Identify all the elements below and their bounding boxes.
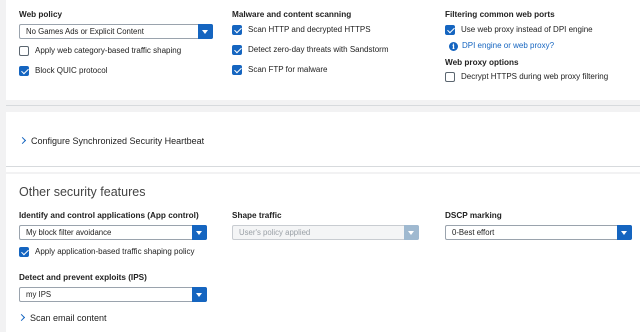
web-filtering-panel: Web policy No Games Ads or Explicit Cont… bbox=[6, 0, 640, 100]
dscp-select[interactable]: 0-Best effort bbox=[445, 225, 632, 240]
malware-heading: Malware and content scanning bbox=[232, 10, 352, 19]
checkbox-checked-icon bbox=[232, 65, 242, 75]
checkbox-icon bbox=[19, 46, 29, 56]
web-policy-value: No Games Ads or Explicit Content bbox=[26, 27, 144, 36]
divider bbox=[6, 105, 640, 106]
checkbox-label: Block QUIC protocol bbox=[35, 66, 108, 75]
malware-section: Malware and content scanning bbox=[232, 10, 351, 19]
heartbeat-label: Configure Synchronized Security Heartbea… bbox=[31, 136, 205, 146]
ips-select[interactable]: my IPS bbox=[19, 287, 207, 302]
chevron-down-icon bbox=[617, 225, 632, 240]
checkbox-label: Decrypt HTTPS during web proxy filtering bbox=[461, 72, 609, 81]
chevron-down-icon bbox=[192, 287, 207, 302]
ips-heading: Detect and prevent exploits (IPS) bbox=[19, 273, 147, 282]
dpi-info-link-text: DPI engine or web proxy? bbox=[462, 41, 555, 50]
checkbox-label: Apply application-based traffic shaping … bbox=[35, 247, 195, 256]
web-proxy-heading: Web proxy options bbox=[445, 58, 519, 67]
web-policy-heading: Web policy bbox=[19, 10, 63, 19]
info-icon: i bbox=[449, 42, 458, 51]
dscp-heading: DSCP marking bbox=[445, 211, 502, 220]
app-control-heading: Identify and control applications (App c… bbox=[19, 211, 199, 220]
shape-traffic-value: User's policy applied bbox=[239, 228, 311, 237]
checkbox-label: Use web proxy instead of DPI engine bbox=[461, 25, 593, 34]
chevron-down-icon bbox=[404, 225, 419, 240]
checkbox-checked-icon bbox=[19, 66, 29, 76]
web-proxy-section: Web proxy options bbox=[445, 58, 519, 67]
checkbox-checked-icon bbox=[19, 247, 29, 257]
checkbox-checked-icon bbox=[232, 25, 242, 35]
section-title: Other security features bbox=[19, 185, 146, 199]
chevron-down-icon bbox=[192, 225, 207, 240]
filtering-section: Filtering common web ports bbox=[445, 10, 555, 19]
divider bbox=[6, 166, 640, 167]
checkbox-label: Apply web category-based traffic shaping bbox=[35, 46, 182, 55]
ips-value: my IPS bbox=[26, 290, 52, 299]
checkbox-label: Detect zero-day threats with Sandstorm bbox=[248, 45, 389, 54]
checkbox-label: Scan HTTP and decrypted HTTPS bbox=[248, 25, 371, 34]
checkbox-checked-icon bbox=[445, 25, 455, 35]
checkbox-icon bbox=[445, 72, 455, 82]
checkbox-checked-icon bbox=[232, 45, 242, 55]
web-policy-select[interactable]: No Games Ads or Explicit Content bbox=[19, 24, 213, 39]
filtering-heading: Filtering common web ports bbox=[445, 10, 555, 19]
app-control-select[interactable]: My block filter avoidance bbox=[19, 225, 207, 240]
checkbox-label: Scan FTP for malware bbox=[248, 65, 328, 74]
app-control-value: My block filter avoidance bbox=[26, 228, 112, 237]
shape-traffic-heading: Shape traffic bbox=[232, 211, 282, 220]
web-policy-section: Web policy bbox=[19, 10, 62, 19]
chevron-down-icon bbox=[198, 24, 213, 39]
dscp-value: 0-Best effort bbox=[452, 228, 495, 237]
scan-email-label: Scan email content bbox=[30, 313, 107, 323]
shape-traffic-select[interactable]: User's policy applied bbox=[232, 225, 419, 240]
